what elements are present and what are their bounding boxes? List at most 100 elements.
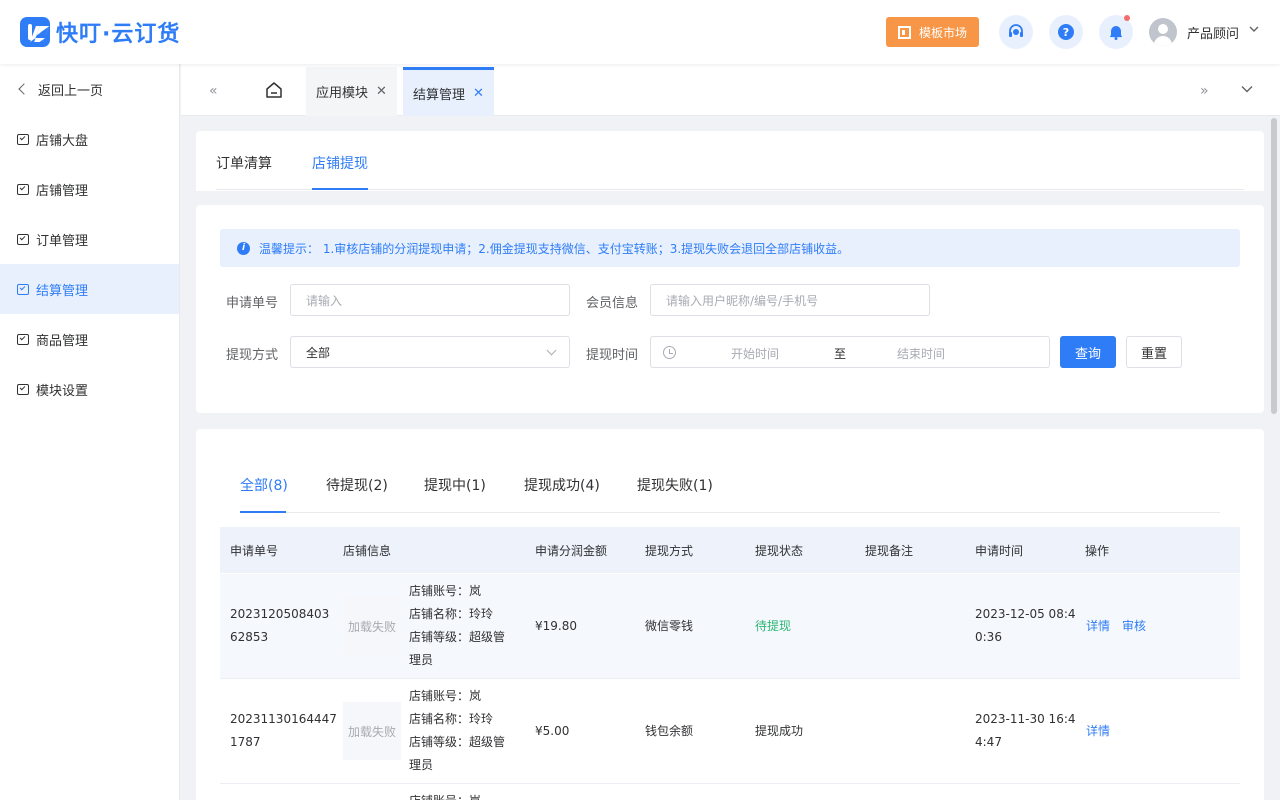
help-button[interactable]: ? <box>1049 15 1083 49</box>
th-amount: 申请分润金额 <box>535 544 608 558</box>
double-chevron-left-icon[interactable]: « <box>209 83 218 99</box>
th-actions: 操作 <box>1085 544 1110 558</box>
calendar-check-icon <box>17 333 29 345</box>
reset-button[interactable]: 重置 <box>1126 336 1182 368</box>
tab-settlement[interactable]: 结算管理 ✕ <box>403 67 494 116</box>
calendar-check-icon <box>17 283 29 295</box>
start-time-placeholder[interactable]: 开始时间 <box>731 345 779 362</box>
avatar[interactable] <box>1149 18 1177 46</box>
chevron-left-icon <box>18 83 30 95</box>
home-icon[interactable] <box>265 81 283 99</box>
store-image-placeholder: 加载失败 <box>343 702 401 760</box>
cell-store-info: 店铺账号：岚 <box>409 790 481 800</box>
close-icon[interactable]: ✕ <box>376 84 387 99</box>
cell-method: 微信零钱 <box>645 619 694 633</box>
subtab-active-indicator <box>312 188 368 190</box>
cell-actions: 详情 审核 <box>1086 615 1158 638</box>
filter-card: i 温馨提示： 1.审核店铺的分润提现申请；2.佣金提现支持微信、支付宝转账；3… <box>196 205 1264 413</box>
subtab-divider <box>216 189 1244 190</box>
apply-no-placeholder: 请输入 <box>306 293 343 308</box>
headset-icon <box>1009 24 1023 37</box>
brand-logo[interactable]: 快叮·云订货 <box>20 16 180 48</box>
cell-apply-no: 20231130164447 1787 <box>230 712 337 749</box>
method-select[interactable]: 全部 <box>290 336 570 368</box>
member-placeholder: 请输入用户昵称/编号/手机号 <box>666 293 819 308</box>
notification-dot <box>1124 15 1130 21</box>
calendar-check-icon <box>17 133 29 145</box>
sidebar-item-label: 店铺大盘 <box>36 133 89 149</box>
sidebar-item-products[interactable]: 商品管理 <box>0 314 179 364</box>
query-button[interactable]: 查询 <box>1060 336 1116 368</box>
time-label: 提现时间 <box>586 348 639 363</box>
page-scrollbar[interactable] <box>1271 118 1277 414</box>
customer-service-button[interactable] <box>999 15 1033 49</box>
question-icon: ? <box>1058 24 1074 40</box>
method-value: 全部 <box>306 345 331 360</box>
status-tab-pending[interactable]: 待提现(2) <box>326 475 388 495</box>
sidebar-item-label: 商品管理 <box>36 333 89 349</box>
sidebar-item-dashboard[interactable]: 店铺大盘 <box>0 114 179 164</box>
subtab-store-withdraw[interactable]: 店铺提现 <box>312 153 368 173</box>
sidebar-back-label: 返回上一页 <box>38 83 104 99</box>
calendar-check-icon <box>17 183 29 195</box>
status-badge: 提现成功 <box>755 724 804 738</box>
th-method: 提现方式 <box>645 544 694 558</box>
table-card: 全部(8) 待提现(2) 提现中(1) 提现成功(4) 提现失败(1) 申请单号… <box>196 429 1264 800</box>
clock-icon <box>663 346 676 359</box>
bell-icon <box>1110 26 1122 40</box>
double-chevron-right-icon[interactable]: » <box>1200 83 1209 99</box>
status-tab-success[interactable]: 提现成功(4) <box>524 475 600 495</box>
notification-button[interactable] <box>1099 15 1133 49</box>
sidebar-item-stores[interactable]: 店铺管理 <box>0 164 179 214</box>
sidebar-item-module-settings[interactable]: 模块设置 <box>0 364 179 414</box>
time-range-picker[interactable]: 开始时间 至 结束时间 <box>650 336 1050 368</box>
th-remark: 提现备注 <box>865 544 914 558</box>
end-time-placeholder[interactable]: 结束时间 <box>897 345 945 362</box>
sidebar-item-label: 订单管理 <box>36 233 89 249</box>
logo-text: 快叮·云订货 <box>56 22 181 47</box>
sidebar-item-label: 结算管理 <box>36 283 89 299</box>
page-tab-bar: « 应用模块 ✕ 结算管理 ✕ » <box>181 64 1280 116</box>
th-store-info: 店铺信息 <box>343 544 392 558</box>
notice-banner: i 温馨提示： 1.审核店铺的分润提现申请；2.佣金提现支持微信、支付宝转账；3… <box>220 229 1240 267</box>
svg-text:?: ? <box>1063 26 1069 39</box>
sidebar-back[interactable]: 返回上一页 <box>0 64 179 114</box>
chevron-down-icon[interactable] <box>1241 85 1253 93</box>
status-badge: 待提现 <box>755 619 792 633</box>
status-tab-all[interactable]: 全部(8) <box>240 475 288 495</box>
subtab-order-clearing[interactable]: 订单清算 <box>216 153 272 173</box>
cell-method: 钱包余额 <box>645 724 694 738</box>
member-input[interactable]: 请输入用户昵称/编号/手机号 <box>650 284 930 316</box>
chevron-down-icon[interactable] <box>1249 25 1259 33</box>
close-icon[interactable]: ✕ <box>473 86 484 101</box>
th-apply-no: 申请单号 <box>230 544 279 558</box>
sidebar-item-orders[interactable]: 订单管理 <box>0 214 179 264</box>
notice-text: 温馨提示： 1.审核店铺的分润提现申请；2.佣金提现支持微信、支付宝转账；3.提… <box>259 241 850 256</box>
apply-no-label: 申请单号 <box>226 296 279 311</box>
template-market-button[interactable]: 模板市场 <box>886 17 979 47</box>
range-separator: 至 <box>834 347 847 361</box>
apply-no-input[interactable]: 请输入 <box>290 284 570 316</box>
review-link[interactable]: 审核 <box>1122 619 1146 633</box>
status-tab-failed[interactable]: 提现失败(1) <box>637 475 713 495</box>
sidebar-item-settlement[interactable]: 结算管理 <box>0 264 179 314</box>
detail-link[interactable]: 详情 <box>1086 619 1110 633</box>
table-row: 20231130164447 1787 加载失败 店铺账号：岚 店铺名称：玲玲 … <box>220 679 1240 784</box>
user-name[interactable]: 产品顾问 <box>1187 23 1239 42</box>
sidebar-item-label: 店铺管理 <box>36 183 89 199</box>
cell-time: 2023-11-30 16:4 4:47 <box>975 712 1076 749</box>
detail-link[interactable]: 详情 <box>1086 724 1110 738</box>
sidebar: 返回上一页 店铺大盘 店铺管理 订单管理 结算管理 商品管理 模块设置 <box>0 64 180 800</box>
table-header: 申请单号 店铺信息 申请分润金额 提现方式 提现状态 提现备注 申请时间 操作 <box>220 527 1240 573</box>
status-tab-processing[interactable]: 提现中(1) <box>424 475 486 495</box>
cell-store-info: 店铺账号：岚 店铺名称：玲玲 店铺等级：超级管 理员 <box>409 584 506 667</box>
calendar-check-icon <box>17 383 29 395</box>
calendar-check-icon <box>17 233 29 245</box>
table-row: 店铺账号：岚 <box>220 784 1240 800</box>
template-icon <box>897 25 911 39</box>
info-icon: i <box>237 241 250 255</box>
tab-app-module[interactable]: 应用模块 ✕ <box>306 67 397 116</box>
top-header: 快叮·云订货 模板市场 ? 产品顾问 <box>0 0 1280 64</box>
cell-actions: 详情 <box>1086 720 1122 743</box>
cell-time: 2023-12-05 08:4 0:36 <box>975 607 1076 644</box>
